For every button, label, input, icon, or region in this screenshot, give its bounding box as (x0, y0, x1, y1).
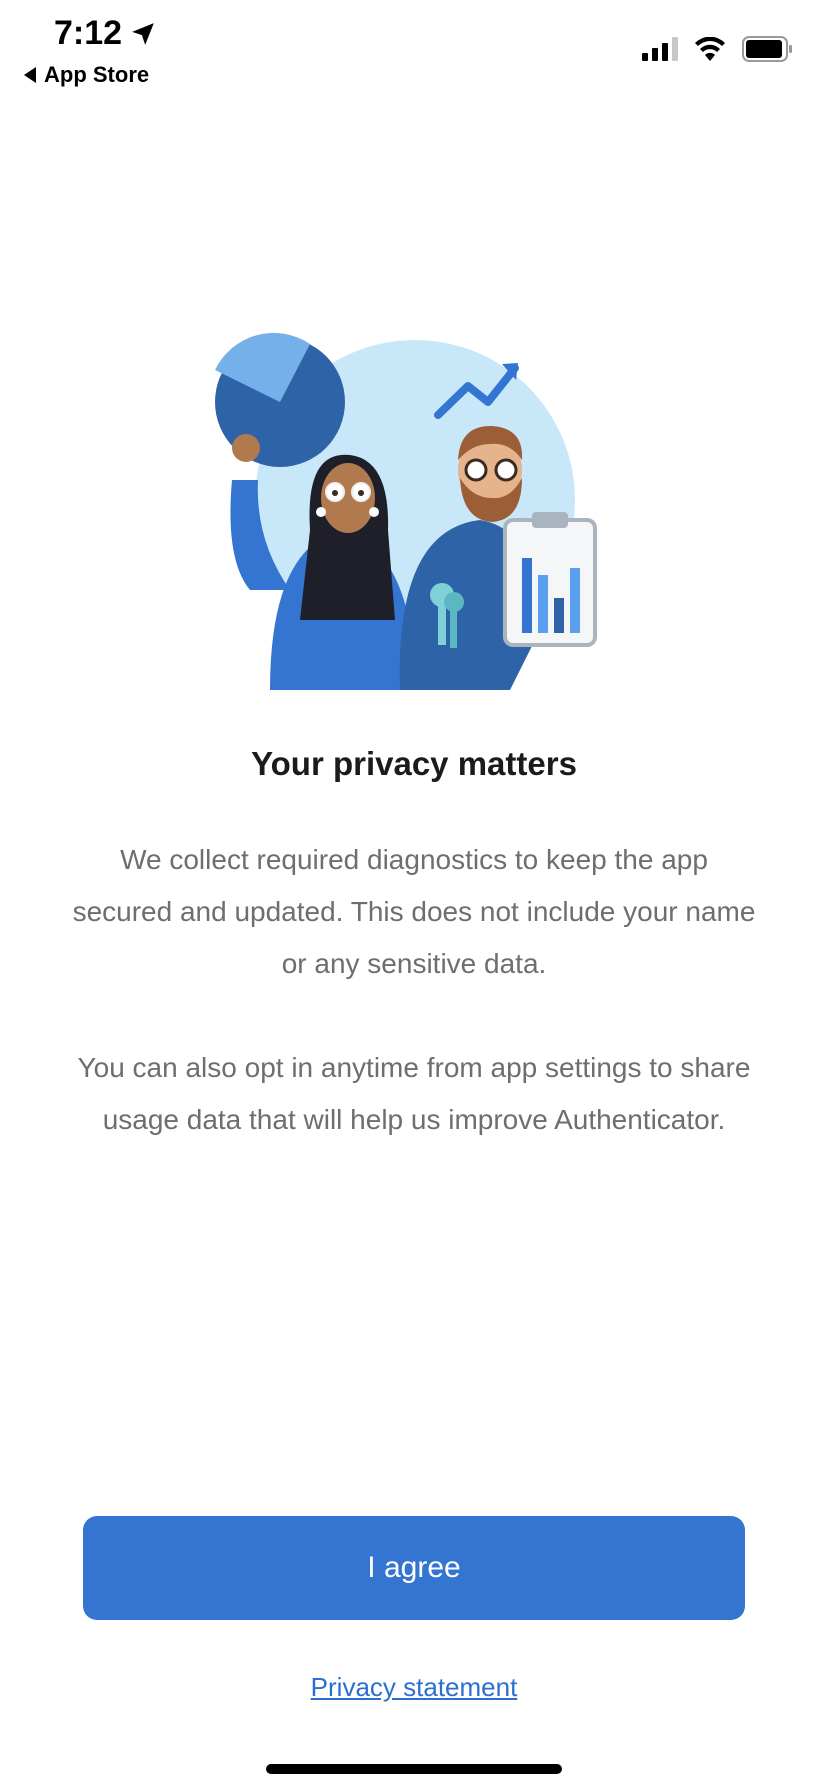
status-bar: 7:12 App Store (0, 0, 828, 100)
status-time-label: 7:12 (54, 14, 123, 52)
status-icons (642, 36, 794, 62)
privacy-illustration-icon (215, 332, 597, 690)
wifi-icon (695, 37, 725, 61)
back-to-app-store[interactable]: App Store (24, 62, 149, 88)
back-arrow-icon (24, 67, 36, 83)
home-indicator[interactable] (266, 1764, 562, 1774)
diagnostics-paragraph: We collect required diagnostics to keep … (72, 844, 756, 979)
back-label: App Store (44, 62, 150, 87)
clipboard-icon (503, 518, 597, 647)
cellular-signal-icon (642, 37, 678, 61)
page-title: Your privacy matters (251, 745, 577, 782)
agree-button[interactable]: I agree (83, 1516, 745, 1620)
status-time: 7:12 (54, 14, 156, 53)
location-arrow-icon (132, 22, 154, 45)
privacy-statement-link[interactable]: Privacy statement (0, 1672, 828, 1703)
usage-data-paragraph: You can also opt in anytime from app set… (77, 1052, 751, 1135)
battery-icon (742, 36, 792, 62)
